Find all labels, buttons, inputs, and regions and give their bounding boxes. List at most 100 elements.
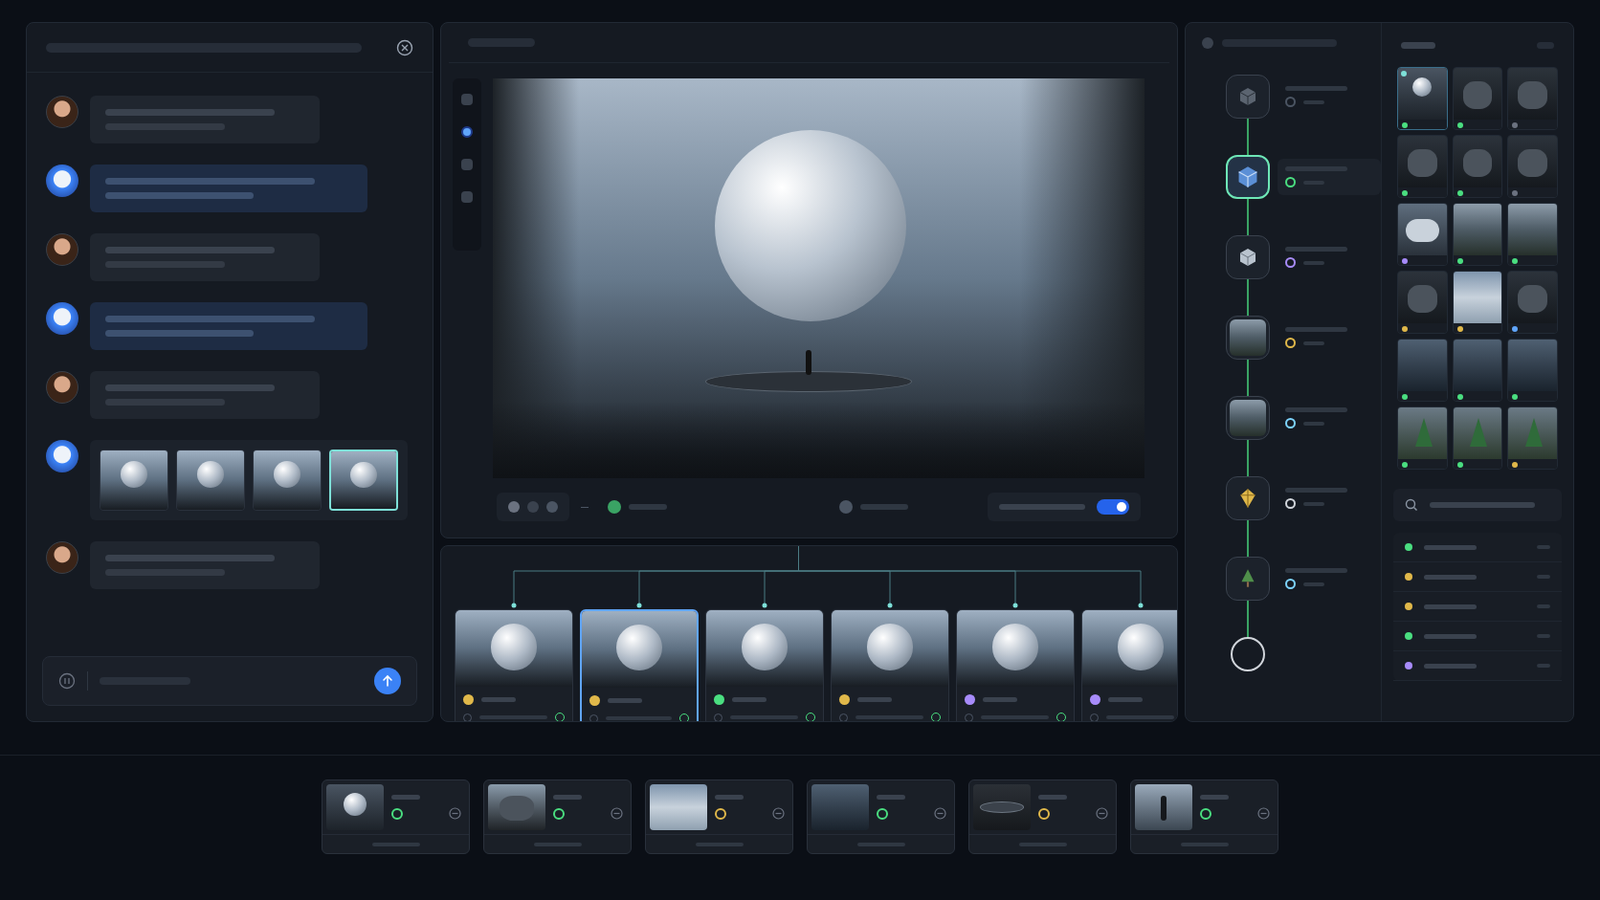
status-ring: [714, 808, 727, 821]
status-dot: [1404, 662, 1413, 670]
user-avatar: [45, 371, 79, 404]
tool-rail: [452, 78, 482, 251]
generated-thumbnail[interactable]: [176, 449, 245, 512]
pipeline-node[interactable]: [1225, 235, 1270, 280]
asset-tile[interactable]: [1507, 270, 1558, 334]
status-chip[interactable]: [600, 492, 675, 522]
status-ring: [1038, 808, 1050, 821]
workspace: [0, 0, 1600, 723]
status-dot: [1511, 462, 1518, 468]
pipeline-node[interactable]: [1225, 74, 1270, 119]
asset-tile[interactable]: [1507, 202, 1558, 267]
tool-button[interactable]: [461, 191, 473, 203]
settings-bar[interactable]: [987, 492, 1141, 522]
variant-card[interactable]: [454, 609, 574, 723]
chat-message: [45, 302, 414, 351]
element-card[interactable]: [968, 779, 1117, 855]
sync-icon[interactable]: [448, 807, 462, 821]
add-node-button[interactable]: [1230, 637, 1266, 672]
layer-row[interactable]: [1393, 533, 1562, 563]
status-ring: [1285, 177, 1296, 188]
asset-tile[interactable]: [1397, 202, 1448, 267]
element-thumbnail: [326, 784, 384, 831]
mode-chip[interactable]: [831, 492, 916, 522]
pipeline-node[interactable]: [1225, 476, 1270, 521]
render-toggle[interactable]: [1096, 499, 1130, 515]
status-ring: [876, 808, 889, 821]
variant-card[interactable]: [705, 609, 824, 723]
sync-icon[interactable]: [772, 807, 785, 821]
layer-row[interactable]: [1393, 592, 1562, 623]
pipeline-node[interactable]: [1225, 556, 1270, 601]
status-ring: [1285, 257, 1296, 268]
tool-button[interactable]: [461, 158, 473, 171]
asset-tile[interactable]: [1397, 134, 1448, 199]
scene-thumbnail: [1229, 319, 1267, 356]
asset-tile[interactable]: [1452, 66, 1504, 131]
element-card[interactable]: [644, 779, 794, 855]
asset-grid: [1393, 66, 1562, 470]
generated-thumbnail[interactable]: [329, 449, 399, 512]
pipeline-node[interactable]: [1225, 155, 1270, 200]
layer-row[interactable]: [1393, 651, 1562, 682]
asset-tile[interactable]: [1397, 66, 1448, 131]
viewer-toolbar: [492, 489, 1145, 525]
asset-tile[interactable]: [1507, 134, 1558, 199]
status-dot: [713, 694, 725, 706]
pipeline-node[interactable]: [1225, 396, 1270, 441]
asset-tile[interactable]: [1507, 66, 1558, 131]
sync-icon[interactable]: [933, 807, 947, 821]
tool-button[interactable]: [461, 93, 473, 106]
sync-icon[interactable]: [1257, 807, 1270, 821]
asset-search[interactable]: [1393, 488, 1562, 522]
status-dot: [1401, 462, 1408, 468]
asset-tile[interactable]: [1397, 406, 1448, 470]
chat-header: [26, 22, 433, 73]
asset-tile[interactable]: [1507, 406, 1558, 470]
variant-card[interactable]: [1081, 609, 1178, 723]
element-card[interactable]: [806, 779, 956, 855]
app: [0, 0, 1600, 900]
message-list: [26, 72, 433, 642]
send-button[interactable]: [374, 667, 401, 695]
asset-tile[interactable]: [1452, 134, 1504, 199]
status-ring: [1285, 418, 1296, 429]
generated-thumbnail[interactable]: [99, 449, 169, 512]
tool-button[interactable]: [461, 126, 473, 138]
status-dot: [1457, 190, 1464, 197]
pipeline-node[interactable]: [1225, 315, 1270, 360]
element-card[interactable]: [1130, 779, 1279, 855]
layer-row[interactable]: [1393, 562, 1562, 593]
message-bubble: [89, 233, 320, 282]
asset-tile[interactable]: [1397, 270, 1448, 334]
cube-icon: [1237, 246, 1259, 268]
asset-tile[interactable]: [1452, 338, 1504, 402]
generated-thumbnail[interactable]: [252, 449, 322, 512]
status-dot: [1401, 190, 1408, 197]
status-dot: [1404, 632, 1413, 641]
variant-card[interactable]: [830, 609, 950, 723]
attach-icon[interactable]: [58, 672, 76, 690]
chat-message: [45, 440, 414, 521]
element-card[interactable]: [483, 779, 632, 855]
chat-input[interactable]: [42, 656, 418, 707]
sync-icon[interactable]: [610, 807, 623, 821]
playback-controls[interactable]: [496, 492, 570, 522]
status-dot: [1401, 326, 1408, 333]
variant-card[interactable]: [579, 609, 699, 723]
variant-card[interactable]: [955, 609, 1075, 723]
message-bubble: [89, 95, 320, 144]
asset-tile[interactable]: [1452, 406, 1504, 470]
close-icon[interactable]: [396, 39, 414, 57]
status-dot: [1404, 573, 1413, 581]
element-card[interactable]: [321, 779, 470, 855]
asset-tile[interactable]: [1507, 338, 1558, 402]
assistant-avatar: [45, 440, 79, 473]
pipeline-panel: [1184, 22, 1575, 723]
arrow-up-icon: [380, 674, 395, 689]
asset-tile[interactable]: [1452, 270, 1504, 334]
sync-icon[interactable]: [1095, 807, 1109, 821]
asset-tile[interactable]: [1397, 338, 1448, 402]
layer-row[interactable]: [1393, 622, 1562, 652]
asset-tile[interactable]: [1452, 202, 1504, 267]
